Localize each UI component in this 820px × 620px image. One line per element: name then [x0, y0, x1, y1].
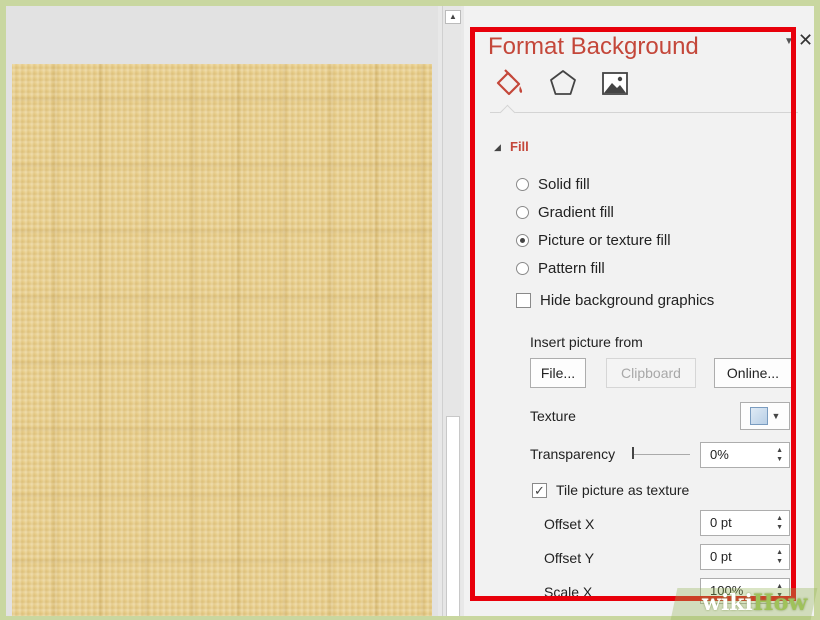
pentagon-icon[interactable] — [546, 66, 580, 100]
insert-picture-from-label: Insert picture from — [530, 334, 643, 350]
radio-button[interactable] — [516, 206, 529, 219]
pane-title: Format Background — [488, 33, 699, 60]
picture-texture-fill-radio[interactable]: Picture or texture fill — [516, 232, 671, 249]
checkbox-label: Hide background graphics — [540, 292, 715, 309]
file-button[interactable]: File... — [530, 358, 586, 388]
fill-section-title[interactable]: Fill — [510, 139, 529, 154]
transparency-label: Transparency — [530, 446, 616, 462]
transparency-spinner[interactable]: 0% ▲ ▼ — [700, 442, 790, 468]
tab-divider — [490, 112, 798, 113]
pane-options-chevron-icon[interactable]: ▼ — [784, 36, 794, 47]
spinner-arrows-icon[interactable]: ▲ ▼ — [776, 514, 783, 532]
offset-x-label: Offset X — [544, 516, 595, 532]
scale-x-label: Scale X — [544, 584, 593, 600]
collapse-triangle-icon[interactable]: ◢ — [494, 142, 501, 153]
picture-icon[interactable] — [598, 66, 632, 100]
clipboard-button[interactable]: Clipboard — [606, 358, 696, 388]
hide-background-graphics-checkbox[interactable]: Hide background graphics — [516, 292, 714, 309]
paint-bucket-icon[interactable] — [492, 66, 526, 100]
radio-label: Gradient fill — [538, 204, 614, 221]
chevron-down-icon: ▼ — [771, 411, 781, 421]
scroll-up-arrow-icon[interactable]: ▲ — [445, 10, 461, 24]
pattern-fill-radio[interactable]: Pattern fill — [516, 260, 605, 277]
offset-x-value[interactable]: 0 pt — [710, 515, 732, 530]
format-background-pane: Format Background ▼ ✕ ◢ Fill Solid fill … — [464, 6, 814, 616]
online-button[interactable]: Online... — [714, 358, 792, 388]
offset-y-label: Offset Y — [544, 550, 595, 566]
checkbox-checked[interactable]: ✓ — [532, 482, 547, 498]
checkbox-label: Tile picture as texture — [556, 482, 690, 498]
wikihow-watermark: wikiHow — [702, 590, 808, 616]
offset-x-spinner[interactable]: 0 pt ▲ ▼ — [700, 510, 790, 536]
transparency-slider-track[interactable] — [632, 454, 690, 455]
radio-button[interactable] — [516, 178, 529, 191]
app-window: ▲ Format Background ▼ ✕ ◢ Fill Solid fil… — [6, 6, 814, 616]
slide-canvas — [6, 6, 438, 616]
radio-label: Picture or texture fill — [538, 232, 671, 249]
slide-texture-background[interactable] — [12, 64, 432, 616]
transparency-value[interactable]: 0% — [710, 447, 729, 462]
active-tab-notch — [499, 104, 516, 121]
vertical-scrollbar[interactable]: ▲ — [442, 6, 461, 616]
solid-fill-radio[interactable]: Solid fill — [516, 176, 590, 193]
texture-swatch-icon — [749, 407, 768, 425]
spinner-arrows-icon[interactable]: ▲ ▼ — [776, 548, 783, 566]
radio-label: Solid fill — [538, 176, 590, 193]
texture-label: Texture — [530, 408, 576, 424]
tile-picture-checkbox[interactable]: ✓ Tile picture as texture — [532, 482, 689, 498]
checkbox[interactable] — [516, 293, 531, 308]
scroll-thumb[interactable] — [446, 416, 460, 616]
radio-button[interactable] — [516, 262, 529, 275]
gradient-fill-radio[interactable]: Gradient fill — [516, 204, 614, 221]
offset-y-spinner[interactable]: 0 pt ▲ ▼ — [700, 544, 790, 570]
radio-button-selected[interactable] — [516, 234, 529, 247]
offset-y-value[interactable]: 0 pt — [710, 549, 732, 564]
transparency-slider-thumb[interactable] — [632, 447, 634, 459]
texture-dropdown[interactable]: ▼ — [740, 402, 790, 430]
radio-label: Pattern fill — [538, 260, 605, 277]
spinner-arrows-icon[interactable]: ▲ ▼ — [776, 446, 783, 464]
close-icon[interactable]: ✕ — [798, 30, 813, 51]
